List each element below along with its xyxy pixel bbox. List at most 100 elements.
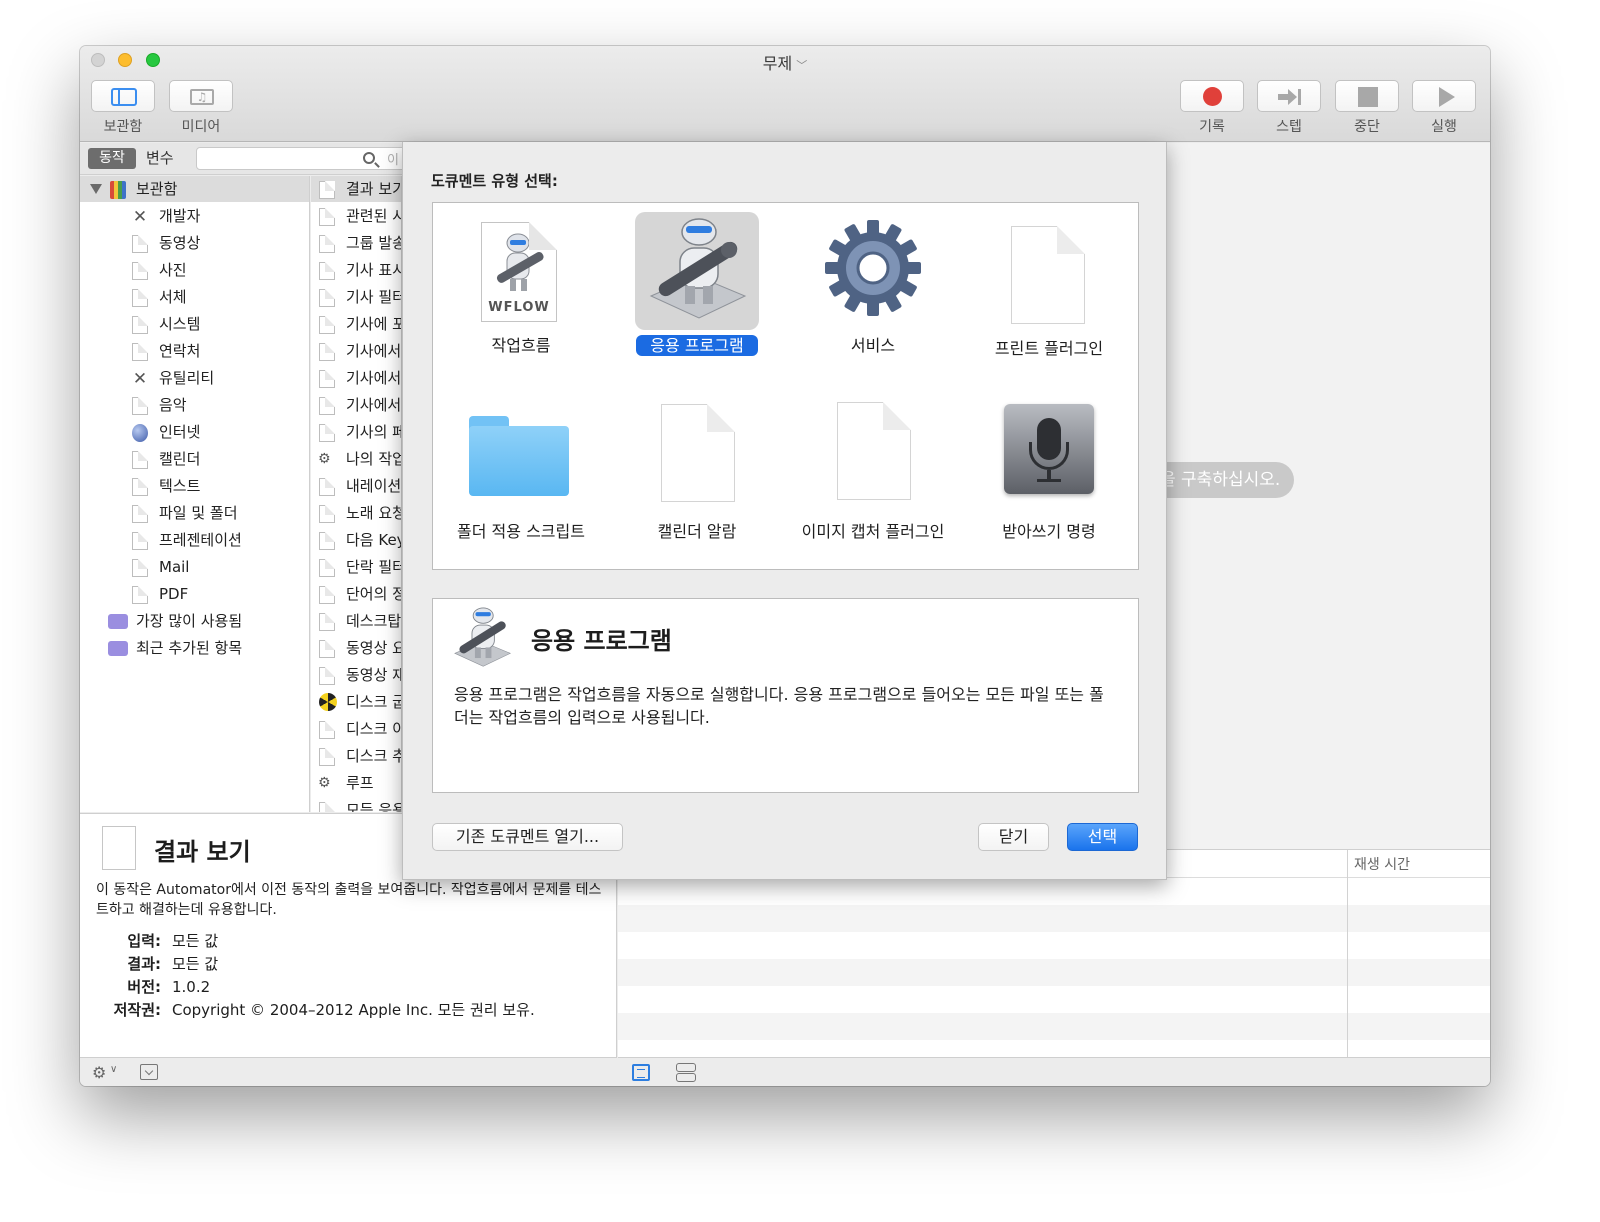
title-bar: 무제 ﹀ 보관함 ♫ 미디어 기록 스텝 중단 실행 <box>80 46 1490 142</box>
tab-actions[interactable]: 동작 <box>88 148 136 169</box>
smart-group-item[interactable]: 최근 추가된 항목 <box>80 635 309 661</box>
action-item[interactable]: 기사의 페 <box>311 419 401 445</box>
sidebar-item[interactable]: Mail <box>80 554 309 580</box>
stop-label: 중단 <box>1354 119 1380 135</box>
type-print-plugin-icon-wrap <box>987 212 1111 330</box>
sidebar-item[interactable]: 음악 <box>80 392 309 418</box>
document-icon <box>319 289 335 307</box>
action-item[interactable]: 결과 보기 <box>311 176 401 202</box>
action-item[interactable]: 디스크 이 <box>311 716 401 742</box>
action-item[interactable]: 노래 요청 <box>311 500 401 526</box>
media-toolbar-item[interactable]: ♫ 미디어 <box>168 80 234 136</box>
stop-toolbar-item[interactable]: 중단 <box>1334 80 1400 136</box>
media-button[interactable]: ♫ <box>169 80 233 112</box>
action-item-label: 기사에서 <box>346 342 402 360</box>
search-input[interactable]: 이 <box>196 147 406 170</box>
action-item[interactable]: 동영상 요 <box>311 635 401 661</box>
split-view-icon[interactable] <box>676 1063 696 1082</box>
type-dictation-command-label: 받아쓰기 명령 <box>961 518 1137 542</box>
action-item[interactable]: 데스크탑 <box>311 608 401 634</box>
document-icon <box>132 478 148 496</box>
sidebar-item[interactable]: 시스템 <box>80 311 309 337</box>
sidebar-item[interactable]: ✕ 개발자 <box>80 203 309 229</box>
smart-group-label: 가장 많이 사용됨 <box>136 612 243 630</box>
action-item[interactable]: 기사 필터 <box>311 284 401 310</box>
automator-robot-icon <box>649 218 747 319</box>
action-item[interactable]: 관련된 시 <box>311 203 401 229</box>
type-application[interactable]: 응용 프로그램 <box>609 207 785 377</box>
action-item[interactable]: 그룹 발송 <box>311 230 401 256</box>
close-button[interactable]: 닫기 <box>978 823 1049 851</box>
action-item[interactable]: 기사에서 <box>311 392 401 418</box>
meta-key: 버전: <box>127 978 161 996</box>
action-item[interactable]: ⚙ 나의 작업 <box>311 446 401 472</box>
gear-icon[interactable]: ⚙ <box>92 1063 106 1082</box>
tab-variables[interactable]: 변수 <box>146 148 174 169</box>
automator-robot-icon: ⚙ <box>318 451 331 467</box>
toggle-description-button[interactable] <box>140 1064 158 1080</box>
action-item[interactable]: 기사에서 <box>311 365 401 391</box>
type-folder-action-label: 폴더 적용 스크립트 <box>433 518 609 542</box>
type-application-label: 응용 프로그램 <box>609 332 785 356</box>
stop-icon <box>1358 87 1378 107</box>
step-button[interactable] <box>1257 80 1321 112</box>
sidebar-item[interactable]: 사진 <box>80 257 309 283</box>
document-icon <box>132 316 148 334</box>
run-toolbar-item[interactable]: 실행 <box>1411 80 1477 136</box>
type-workflow[interactable]: WFLOW 작업흐름 <box>433 207 609 377</box>
action-item[interactable]: 단락 필터 <box>311 554 401 580</box>
type-print-plugin[interactable]: 프린트 플러그인 <box>961 207 1137 377</box>
sidebar-item[interactable]: 텍스트 <box>80 473 309 499</box>
action-item-label: 동영상 재 <box>346 666 402 684</box>
action-item[interactable]: 기사에 포 <box>311 311 401 337</box>
stop-button[interactable] <box>1335 80 1399 112</box>
record-icon <box>1203 87 1222 106</box>
action-item[interactable]: ⚙ 루프 <box>311 770 401 796</box>
sidebar-item[interactable]: 캘린더 <box>80 446 309 472</box>
library-books-icon <box>110 181 126 199</box>
action-item[interactable]: 기사 표시 <box>311 257 401 283</box>
step-toolbar-item[interactable]: 스텝 <box>1256 80 1322 136</box>
library-button[interactable] <box>91 80 155 112</box>
smart-group-item[interactable]: 가장 많이 사용됨 <box>80 608 309 634</box>
log-column-duration[interactable]: 재생 시간 <box>1354 854 1410 874</box>
type-folder-action[interactable]: 폴더 적용 스크립트 <box>433 393 609 563</box>
open-existing-document-button[interactable]: 기존 도큐멘트 열기... <box>432 823 623 851</box>
chevron-down-icon[interactable]: ∨ <box>110 1064 117 1075</box>
document-icon <box>319 559 335 577</box>
disclosure-triangle-icon[interactable] <box>90 184 102 194</box>
list-view-icon[interactable] <box>632 1064 650 1081</box>
record-button[interactable] <box>1180 80 1244 112</box>
type-image-capture-plugin[interactable]: 이미지 캡처 플러그인 <box>785 393 961 563</box>
sidebar-item[interactable]: 연락처 <box>80 338 309 364</box>
library-list: 보관함 ✕ 개발자 동영상 사진 서체 시스템 연락처 ✕ 유틸리티 음악 인터넷 캘린더 텍스트 파일 … <box>80 176 310 812</box>
tools-icon: ✕ <box>132 207 148 227</box>
record-label: 기록 <box>1199 119 1225 135</box>
sidebar-item[interactable]: PDF <box>80 581 309 607</box>
type-dictation-command[interactable]: 받아쓰기 명령 <box>961 393 1137 563</box>
library-root-item[interactable]: 보관함 <box>80 176 309 202</box>
sidebar-item[interactable]: 동영상 <box>80 230 309 256</box>
type-detail-panel: 응용 프로그램 응용 프로그램은 작업흐름을 자동으로 실행합니다. 응용 프로… <box>432 598 1139 793</box>
window-title[interactable]: 무제 ﹀ <box>80 50 1490 74</box>
sidebar-item[interactable]: 프레젠테이션 <box>80 527 309 553</box>
log-column-divider[interactable] <box>1347 850 1348 1058</box>
action-item[interactable]: 동영상 재 <box>311 662 402 688</box>
action-item[interactable]: 기사에서 <box>311 338 402 364</box>
run-button[interactable] <box>1412 80 1476 112</box>
action-item[interactable]: 디스크 추 <box>311 743 401 769</box>
sidebar-item[interactable]: 파일 및 폴더 <box>80 500 309 526</box>
sidebar-item[interactable]: 서체 <box>80 284 309 310</box>
action-item[interactable]: 다음 Key <box>311 527 401 553</box>
action-item[interactable]: 내레이션 <box>311 473 401 499</box>
sidebar-item[interactable]: ✕ 유틸리티 <box>80 365 309 391</box>
action-item[interactable]: 단어의 정 <box>311 581 401 607</box>
type-calendar-alarm[interactable]: 캘린더 알람 <box>609 393 785 563</box>
library-toolbar-item[interactable]: 보관함 <box>90 80 156 136</box>
record-toolbar-item[interactable]: 기록 <box>1179 80 1245 136</box>
sidebar-item[interactable]: 인터넷 <box>80 419 309 445</box>
choose-button[interactable]: 선택 <box>1067 823 1138 851</box>
action-item[interactable]: 모든 응용 <box>311 797 401 812</box>
action-item[interactable]: 디스크 굽 <box>311 689 401 715</box>
type-service[interactable]: 서비스 <box>785 207 961 377</box>
